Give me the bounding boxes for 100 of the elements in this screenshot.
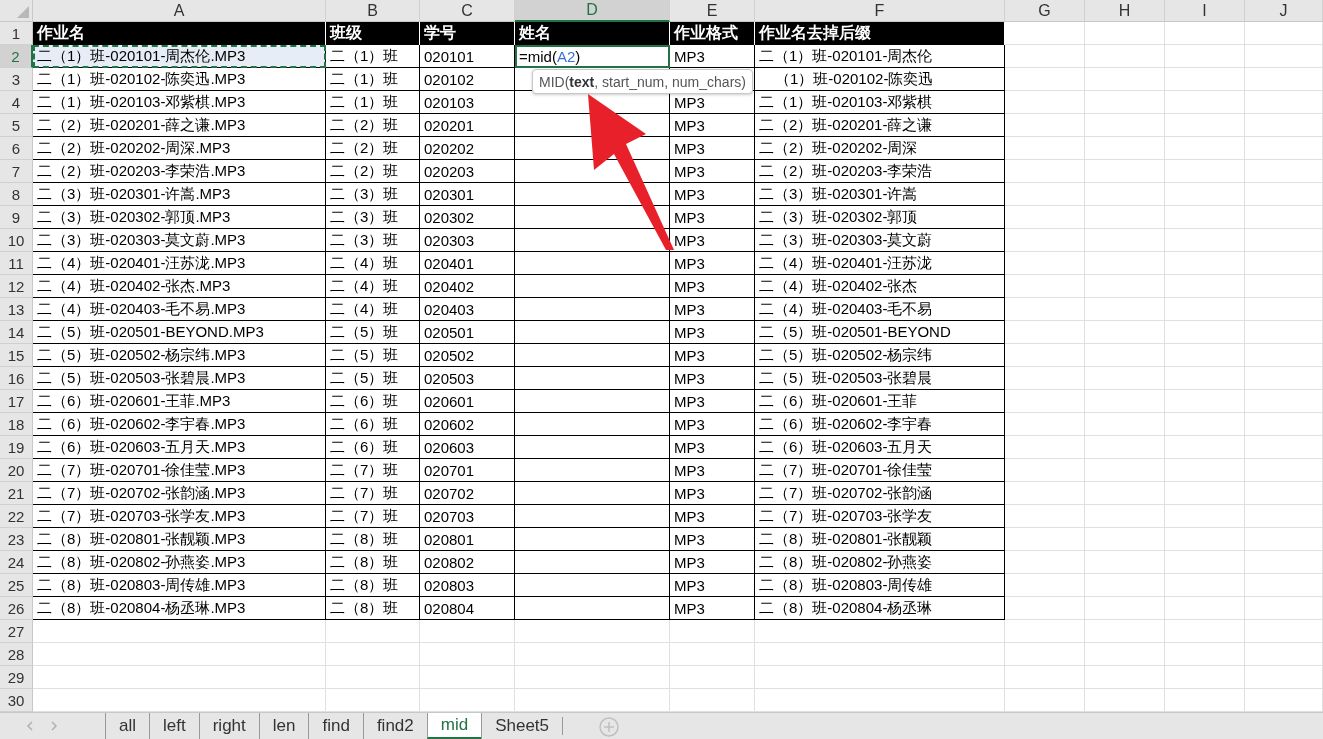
- column-header[interactable]: J: [1245, 0, 1323, 22]
- row-header[interactable]: 24: [0, 551, 33, 574]
- sheet-tab[interactable]: find: [308, 713, 363, 739]
- function-tooltip: MID(text, start_num, num_chars): [532, 69, 753, 94]
- empty-cell[interactable]: [515, 597, 670, 620]
- sheet-tab[interactable]: find2: [362, 713, 427, 739]
- row-header[interactable]: 28: [0, 643, 33, 666]
- select-all-corner[interactable]: [0, 0, 33, 22]
- column-header[interactable]: C: [420, 0, 515, 22]
- table-cell: 二（1）班-020101-周杰伦: [755, 45, 1005, 68]
- table-cell: 二（1）班: [326, 45, 420, 68]
- empty-cell[interactable]: [515, 505, 670, 528]
- row-header[interactable]: 19: [0, 436, 33, 459]
- formula-input-cell[interactable]: =mid(A2): [515, 45, 670, 68]
- empty-cell[interactable]: [515, 436, 670, 459]
- column-header[interactable]: A: [33, 0, 326, 22]
- column-header[interactable]: D: [515, 0, 670, 22]
- table-cell: 二（7）班-020702-张韵涵.MP3: [33, 482, 326, 505]
- row-header[interactable]: 30: [0, 689, 33, 712]
- empty-cell[interactable]: [515, 574, 670, 597]
- row-header[interactable]: 17: [0, 390, 33, 413]
- empty-cell[interactable]: [515, 321, 670, 344]
- table-cell: 二（8）班: [326, 551, 420, 574]
- sheet-tab[interactable]: Sheet5: [481, 713, 563, 739]
- table-cell: MP3: [670, 367, 755, 390]
- table-cell: 二（4）班-020403-毛不易: [755, 298, 1005, 321]
- row-header[interactable]: 21: [0, 482, 33, 505]
- row-header[interactable]: 25: [0, 574, 33, 597]
- column-header[interactable]: F: [755, 0, 1005, 22]
- table-cell: 二（6）班-020602-李宇春.MP3: [33, 413, 326, 436]
- empty-cell[interactable]: [515, 367, 670, 390]
- row-header[interactable]: 2: [0, 45, 33, 68]
- table-cell: 二（2）班-020202-周深: [755, 137, 1005, 160]
- table-cell: MP3: [670, 183, 755, 206]
- table-cell: MP3: [670, 160, 755, 183]
- row-header[interactable]: 5: [0, 114, 33, 137]
- table-cell: 020201: [420, 114, 515, 137]
- row-header[interactable]: 3: [0, 68, 33, 91]
- table-cell: 二（4）班-020402-张杰: [755, 275, 1005, 298]
- row-header[interactable]: 15: [0, 344, 33, 367]
- table-cell: 二（4）班-020401-汪苏泷: [755, 252, 1005, 275]
- row-header[interactable]: 29: [0, 666, 33, 689]
- sheet-tab[interactable]: all: [105, 713, 149, 739]
- empty-cell[interactable]: [515, 482, 670, 505]
- sheet-tab[interactable]: right: [198, 713, 259, 739]
- row-header[interactable]: 27: [0, 620, 33, 643]
- row-header[interactable]: 16: [0, 367, 33, 390]
- row-header[interactable]: 1: [0, 22, 33, 45]
- table-cell: 二（2）班-020203-李荣浩: [755, 160, 1005, 183]
- empty-cell[interactable]: [515, 275, 670, 298]
- table-cell: 二（6）班-020601-王菲.MP3: [33, 390, 326, 413]
- table-cell: 二（8）班-020803-周传雄.MP3: [33, 574, 326, 597]
- column-header[interactable]: H: [1085, 0, 1165, 22]
- row-header[interactable]: 13: [0, 298, 33, 321]
- row-header[interactable]: 6: [0, 137, 33, 160]
- previous-sheet-icon[interactable]: [26, 721, 33, 731]
- row-header[interactable]: 7: [0, 160, 33, 183]
- table-cell: MP3: [670, 275, 755, 298]
- header-cell: 班级: [326, 22, 420, 45]
- table-cell: 二（4）班-020401-汪苏泷.MP3: [33, 252, 326, 275]
- row-header[interactable]: 20: [0, 459, 33, 482]
- empty-cell[interactable]: [515, 390, 670, 413]
- next-sheet-icon[interactable]: [51, 721, 58, 731]
- row-header[interactable]: 9: [0, 206, 33, 229]
- sheet-tab[interactable]: len: [258, 713, 309, 739]
- table-cell: 二（2）班-020201-薛之谦: [755, 114, 1005, 137]
- empty-cell[interactable]: [515, 413, 670, 436]
- column-header[interactable]: I: [1165, 0, 1245, 22]
- table-cell: MP3: [670, 206, 755, 229]
- table-cell: 二（3）班-020302-郭顶: [755, 206, 1005, 229]
- row-header[interactable]: 12: [0, 275, 33, 298]
- row-header[interactable]: 4: [0, 91, 33, 114]
- row-header[interactable]: 10: [0, 229, 33, 252]
- empty-cell[interactable]: [515, 459, 670, 482]
- table-cell: 二（7）班-020701-徐佳莹.MP3: [33, 459, 326, 482]
- table-cell: MP3: [670, 505, 755, 528]
- column-header[interactable]: G: [1005, 0, 1085, 22]
- table-cell: MP3: [670, 45, 755, 68]
- table-cell: 二（5）班-020502-杨宗纬: [755, 344, 1005, 367]
- empty-cell[interactable]: [515, 528, 670, 551]
- copied-cell[interactable]: 二（1）班-020101-周杰伦.MP3: [33, 45, 326, 68]
- table-cell: MP3: [670, 252, 755, 275]
- add-sheet-icon[interactable]: [599, 717, 620, 737]
- empty-cell[interactable]: [515, 298, 670, 321]
- empty-cell[interactable]: [515, 551, 670, 574]
- column-header[interactable]: B: [326, 0, 420, 22]
- row-header[interactable]: 22: [0, 505, 33, 528]
- empty-cell[interactable]: [515, 344, 670, 367]
- table-cell: 二（5）班: [326, 367, 420, 390]
- row-header[interactable]: 11: [0, 252, 33, 275]
- row-header[interactable]: 18: [0, 413, 33, 436]
- row-header[interactable]: 23: [0, 528, 33, 551]
- row-header[interactable]: 8: [0, 183, 33, 206]
- table-cell: 二（1）班-020102-陈奕迅.MP3: [33, 68, 326, 91]
- sheet-tab[interactable]: mid: [426, 713, 482, 739]
- row-header[interactable]: 26: [0, 597, 33, 620]
- table-cell: 二（7）班-020703-张学友.MP3: [33, 505, 326, 528]
- sheet-tab[interactable]: left: [149, 713, 199, 739]
- row-header[interactable]: 14: [0, 321, 33, 344]
- column-header[interactable]: E: [670, 0, 755, 22]
